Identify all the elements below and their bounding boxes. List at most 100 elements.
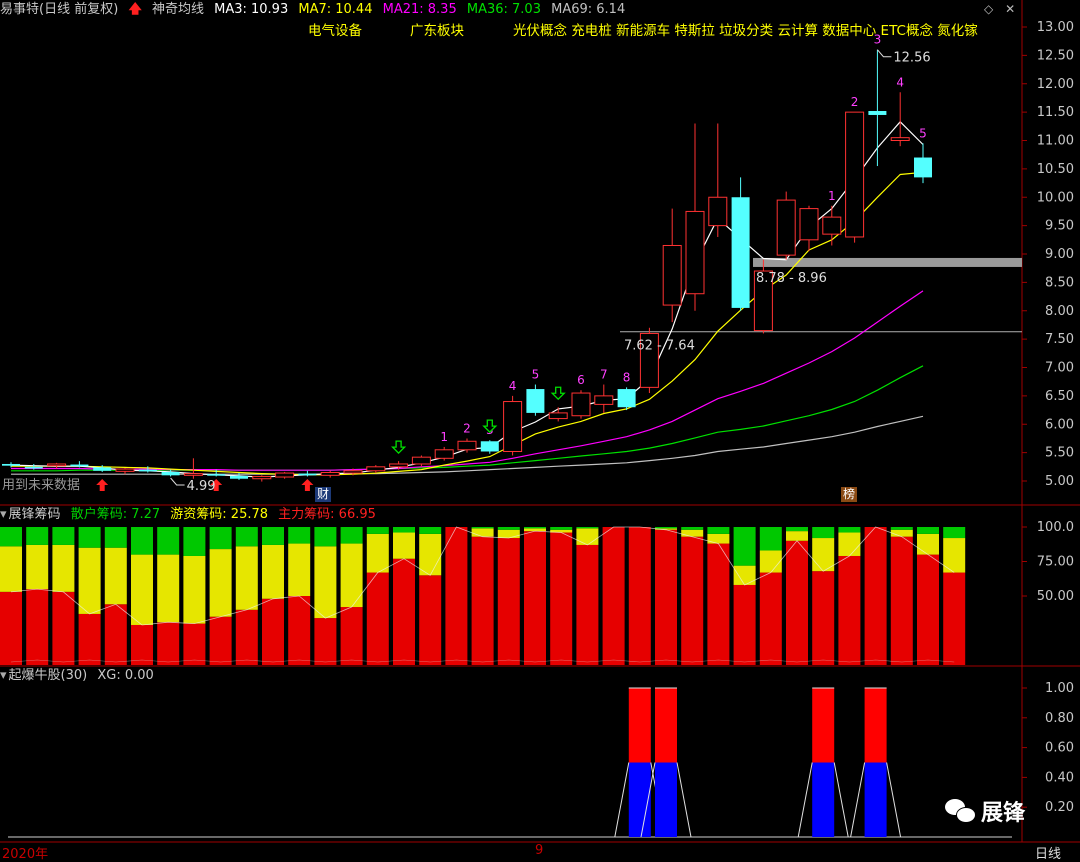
count-label: 2 xyxy=(463,421,471,435)
hot-chip-bar xyxy=(786,531,808,541)
retail-chip-bar xyxy=(104,527,127,548)
chip-panel: 100.0 75.00 50.00 xyxy=(0,520,1074,665)
retail-chip-bar xyxy=(733,527,756,566)
sell-arrow-icon xyxy=(391,440,407,455)
main-chip-bar xyxy=(628,527,651,665)
hot-chip-bar xyxy=(78,547,101,614)
main-chip-bar xyxy=(78,613,101,665)
hot-chip-bar xyxy=(838,532,861,556)
candle-body xyxy=(93,467,112,471)
candle-body xyxy=(617,389,636,408)
signal-panel-header: ▾ 起爆牛股(30) XG: 0.00 xyxy=(0,667,160,685)
candle-body xyxy=(571,392,591,417)
signal-bar-top xyxy=(628,688,651,763)
wechat-icon xyxy=(945,799,976,823)
count-label: 6 xyxy=(577,373,585,387)
main-chip-bar xyxy=(209,616,232,665)
signal-tick-label: 0.40 xyxy=(1045,770,1074,785)
price-tick-label: 9.50 xyxy=(1045,219,1074,234)
hot-chip-bar xyxy=(209,549,232,617)
hot-chip-bar xyxy=(288,543,311,596)
hot-chip-bar xyxy=(235,546,258,610)
retail-chip-bar xyxy=(524,527,546,529)
count-label: 1 xyxy=(440,430,448,444)
bang-badge[interactable]: 榜 xyxy=(841,487,858,502)
price-panel: 13.00 12.50 12.00 11.50 11.00 10.50 10.00 9.50 9… xyxy=(2,20,1074,494)
price-tick-label: 11.50 xyxy=(1037,105,1074,120)
hot-chip-bar xyxy=(890,529,913,537)
hot-chip-bar xyxy=(733,565,756,585)
signal-bar-bottom xyxy=(812,762,835,837)
chip-panel-title[interactable]: 展锋筹码 xyxy=(9,507,61,522)
candle-body xyxy=(914,157,932,178)
low-price-label: 4.99 xyxy=(187,479,216,494)
candle-body xyxy=(230,475,248,479)
main-chip-bar xyxy=(943,572,966,665)
chart-canvas[interactable]: 13.0012.5012.0011.5011.0010.5010.009.509… xyxy=(0,0,1080,859)
signal-envelope xyxy=(850,762,866,838)
candle-body xyxy=(47,463,67,467)
hot-chip-bar xyxy=(0,546,22,592)
main-chip-value: 主力筹码: 66.95 xyxy=(278,507,376,522)
count-label: 1 xyxy=(828,189,836,203)
watermark-text: 展锋 xyxy=(981,801,1026,826)
signal-panel-title[interactable]: 起爆牛股(30) xyxy=(9,668,88,683)
price-tick-label: 12.00 xyxy=(1037,77,1074,92)
chevron-down-icon[interactable]: ▾ xyxy=(0,507,7,522)
main-chip-bar xyxy=(733,584,756,665)
main-chip-bar xyxy=(314,618,337,665)
retail-chip-value: 散户筹码: 7.27 xyxy=(70,507,161,522)
candle-body xyxy=(731,197,750,308)
main-chip-bar xyxy=(655,529,677,665)
chip-tick-label: 100.0 xyxy=(1037,520,1074,535)
main-chip-bar xyxy=(366,572,389,665)
buy-arrow-icon xyxy=(301,479,314,491)
count-label: 8 xyxy=(623,370,631,384)
candle-body xyxy=(24,466,43,469)
hot-chip-bar xyxy=(497,529,520,539)
candle-body xyxy=(594,395,614,405)
candle-body xyxy=(70,464,89,467)
candle-body xyxy=(822,216,842,235)
retail-chip-bar xyxy=(78,527,101,548)
main-chip-bar xyxy=(890,536,913,665)
main-chip-bar xyxy=(0,591,22,665)
candle-body xyxy=(548,412,568,420)
main-chip-bar xyxy=(393,558,415,665)
price-tick-label: 13.00 xyxy=(1037,20,1074,35)
period-tab[interactable]: 日线 xyxy=(1035,843,1061,862)
main-chip-bar xyxy=(864,527,887,665)
chevron-down-icon[interactable]: ▾ xyxy=(0,668,7,683)
candle-body xyxy=(890,137,910,142)
ma36-line xyxy=(11,365,924,472)
retail-chip-bar xyxy=(471,527,494,529)
retail-chip-bar xyxy=(183,527,206,556)
future-data-label: 用到未来数据 xyxy=(2,478,81,493)
signal-tick-label: 0.80 xyxy=(1045,711,1074,726)
candle-body xyxy=(115,468,135,472)
retail-chip-bar xyxy=(838,527,861,533)
retail-chip-bar xyxy=(131,527,153,555)
main-chip-bar xyxy=(524,531,546,665)
main-chip-bar xyxy=(917,554,939,665)
price-tick-label: 8.00 xyxy=(1045,304,1074,319)
hot-chip-bar xyxy=(157,554,180,623)
price-tick-label: 5.50 xyxy=(1045,446,1074,461)
hot-chip-bar xyxy=(393,532,415,559)
main-chip-bar xyxy=(497,538,520,665)
candle-body xyxy=(457,440,477,451)
retail-chip-bar xyxy=(812,527,835,539)
hot-chip-bar xyxy=(707,533,730,544)
main-chip-bar xyxy=(471,536,494,665)
buy-arrow-icon xyxy=(96,479,109,491)
cai-badge[interactable]: 财 xyxy=(315,487,332,502)
candle-body xyxy=(183,473,203,476)
retail-chip-bar xyxy=(759,527,782,551)
candle-body xyxy=(662,244,682,306)
signal-envelope xyxy=(676,762,692,838)
retail-chip-bar xyxy=(655,527,677,529)
main-chip-bar xyxy=(183,623,206,665)
main-chip-bar xyxy=(52,591,75,665)
retail-chip-bar xyxy=(707,527,730,534)
signal-bar-top xyxy=(812,688,835,763)
